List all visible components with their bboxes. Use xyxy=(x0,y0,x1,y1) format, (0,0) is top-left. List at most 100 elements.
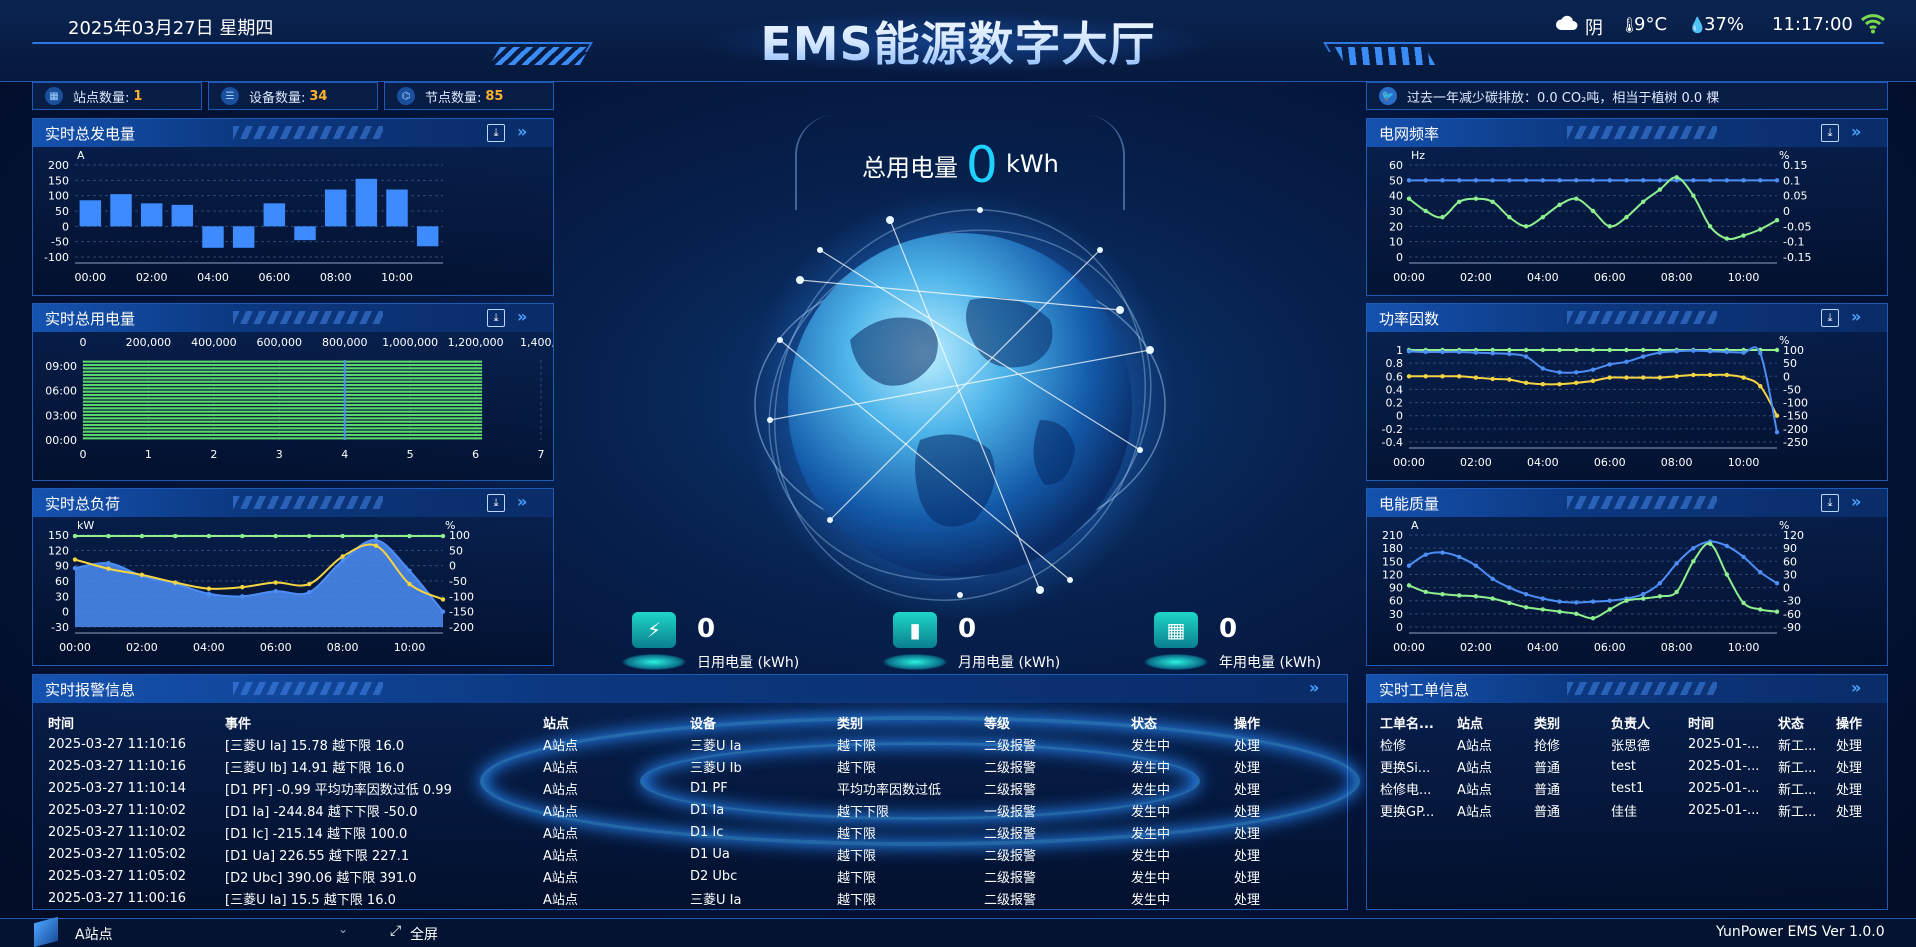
chevron-down-icon[interactable]: ⌄ xyxy=(338,922,348,936)
monthly-label: 月用电量 (kWh) xyxy=(958,655,1061,671)
y-tick-label: 0.1 xyxy=(1783,174,1801,187)
fullscreen-icon[interactable]: ⤢ xyxy=(390,923,401,939)
bar xyxy=(202,226,224,248)
table-row[interactable]: 2025-03-27 11:10:16 [三菱U Ib] 14.91 越下限 16… xyxy=(48,755,1338,777)
y-tick-label: 0.8 xyxy=(1386,357,1404,370)
frequency-chart: Hz %60504030201000.150.10.050-0.05-0.1-0.… xyxy=(1389,149,1811,284)
y-tick-label: 90 xyxy=(55,560,69,573)
double-chevron-icon[interactable]: » xyxy=(517,492,527,511)
double-chevron-icon[interactable]: » xyxy=(1851,492,1861,511)
handle-link[interactable]: 处理 xyxy=(1234,735,1324,754)
panel-title: 实时总发电量 xyxy=(45,124,136,143)
download-icon[interactable]: ⤓ xyxy=(487,309,505,327)
double-chevron-icon[interactable]: » xyxy=(1851,122,1861,141)
table-cell: 发生中 xyxy=(1131,782,1171,798)
handle-link[interactable]: 处理 xyxy=(1836,779,1880,798)
download-icon[interactable]: ⤓ xyxy=(487,494,505,512)
y-tick-label: -100 xyxy=(449,590,474,603)
table-cell: 三菱U Ia xyxy=(690,892,742,908)
handle-link[interactable]: 处理 xyxy=(1234,823,1324,842)
data-point xyxy=(1440,591,1445,597)
data-point xyxy=(1691,372,1696,378)
y-tick-label: 40 xyxy=(1389,190,1403,203)
x-tick-label: 00:00 xyxy=(74,271,106,284)
handle-link[interactable]: 处理 xyxy=(1234,845,1324,864)
data-point xyxy=(1590,616,1596,621)
y-tick-label: 1 xyxy=(1396,344,1403,357)
panel-consumption: 实时总用电量 ⤓ » 0 200,000 400,000 600,000 800,000… xyxy=(32,303,554,481)
handle-link[interactable]: 处理 xyxy=(1836,801,1880,820)
table-row[interactable]: 检修电... A站点 普通 test1 2025-01-... 新工... 处理 xyxy=(1380,777,1880,799)
data-point xyxy=(1590,178,1596,183)
y-tick-label: 50 xyxy=(449,544,463,557)
table-row[interactable]: 2025-03-27 11:05:02 [D2 Ubc] 390.06 越下限 3… xyxy=(48,865,1338,887)
table-cell: 发生中 xyxy=(1131,848,1171,864)
table-cell: 2025-03-27 11:05:02 xyxy=(48,846,187,862)
data-point xyxy=(1707,224,1713,229)
x-bottom-tick-label: 0 xyxy=(80,448,87,461)
bar xyxy=(294,226,316,241)
y-tick-label: 0 xyxy=(1783,205,1790,218)
download-icon[interactable]: ⤓ xyxy=(1821,309,1839,327)
download-icon[interactable]: ⤓ xyxy=(487,124,505,142)
handle-link[interactable]: 处理 xyxy=(1234,779,1324,798)
data-point xyxy=(1590,599,1596,604)
total-unit: kWh xyxy=(1006,150,1059,178)
double-chevron-icon[interactable]: » xyxy=(1851,307,1861,326)
double-chevron-icon[interactable]: » xyxy=(517,307,527,326)
x-top-tick-label: 1,000,000 xyxy=(382,336,438,349)
data-point xyxy=(1507,377,1512,382)
total-label: 总用电量 xyxy=(862,154,958,182)
stat-nodes: ⌬ 节点数量: 85 xyxy=(384,82,554,110)
download-icon[interactable]: ⤓ xyxy=(1821,124,1839,142)
double-chevron-icon[interactable]: » xyxy=(1309,678,1319,697)
table-cell: 2025-03-27 11:10:14 xyxy=(48,780,187,796)
data-point xyxy=(1423,208,1428,214)
stat-value: 34 xyxy=(309,88,328,104)
fullscreen-button[interactable]: 全屏 xyxy=(410,924,438,944)
table-row[interactable]: 2025-03-27 11:00:16 [三菱U Ia] 15.5 越下限 16.… xyxy=(48,887,1338,909)
column-header: 类别 xyxy=(1534,716,1561,732)
column-header: 操作 xyxy=(1836,716,1863,732)
column-header: 状态 xyxy=(1131,716,1158,732)
handle-link[interactable]: 处理 xyxy=(1234,889,1324,908)
table-row[interactable]: 检修 A站点 抢修 张思德 2025-01-... 新工... 处理 xyxy=(1380,733,1880,755)
download-icon[interactable]: ⤓ xyxy=(1821,494,1839,512)
data-point xyxy=(1540,607,1546,612)
data-point xyxy=(72,557,78,562)
y-tick-label: 0.05 xyxy=(1783,190,1808,203)
table-body: 检修 A站点 抢修 张思德 2025-01-... 新工... 处理 更换Si... A站点 普通… xyxy=(1380,733,1880,821)
double-chevron-icon[interactable]: » xyxy=(1851,678,1861,697)
handle-link[interactable]: 处理 xyxy=(1234,801,1324,820)
double-chevron-icon[interactable]: » xyxy=(517,122,527,141)
handle-link[interactable]: 处理 xyxy=(1836,735,1880,754)
y-tick-label: 0.4 xyxy=(1386,383,1404,396)
table-cell: 二级报警 xyxy=(984,892,1037,908)
x-bottom-tick-label: 7 xyxy=(538,448,545,461)
temperature-text: 9°C xyxy=(1634,14,1668,35)
daily-label: 日用电量 (kWh) xyxy=(697,655,800,671)
table-row[interactable]: 2025-03-27 11:10:14 [D1 PF] -0.99 平均功率因数过… xyxy=(48,777,1338,799)
data-point xyxy=(1507,214,1512,220)
table-row[interactable]: 2025-03-27 11:10:02 [D1 Ia] -244.84 越下下限 … xyxy=(48,799,1338,821)
y-tick-label: 09:00 xyxy=(45,360,77,373)
weather-text: 阴 xyxy=(1585,18,1603,39)
data-point xyxy=(1607,598,1612,603)
table-row[interactable]: 更换Si... A站点 普通 test 2025-01-... 新工... 处理 xyxy=(1380,755,1880,777)
handle-link[interactable]: 处理 xyxy=(1836,757,1880,776)
table-row[interactable]: 2025-03-27 11:10:16 [三菱U Ia] 15.78 越下限 16… xyxy=(48,733,1338,755)
data-point xyxy=(1724,236,1730,241)
table-row[interactable]: 2025-03-27 11:05:02 [D1 Ua] 226.55 越下限 22… xyxy=(48,843,1338,865)
table-row[interactable]: 2025-03-27 11:10:02 [D1 Ic] -215.14 越下限 1… xyxy=(48,821,1338,843)
handle-link[interactable]: 处理 xyxy=(1234,757,1324,776)
handle-link[interactable]: 处理 xyxy=(1234,867,1324,886)
data-point xyxy=(1423,374,1428,379)
y-tick-label: 100 xyxy=(449,529,470,542)
table-cell: 佳佳 xyxy=(1611,804,1638,820)
data-point xyxy=(1691,178,1696,183)
table-row[interactable]: 更换GP... A站点 普通 佳佳 2025-01-... 新工... 处理 xyxy=(1380,799,1880,821)
bar xyxy=(83,410,483,413)
data-point xyxy=(1657,580,1663,586)
header-stripe-left xyxy=(489,47,591,65)
site-selector[interactable]: A站点 xyxy=(75,924,113,944)
